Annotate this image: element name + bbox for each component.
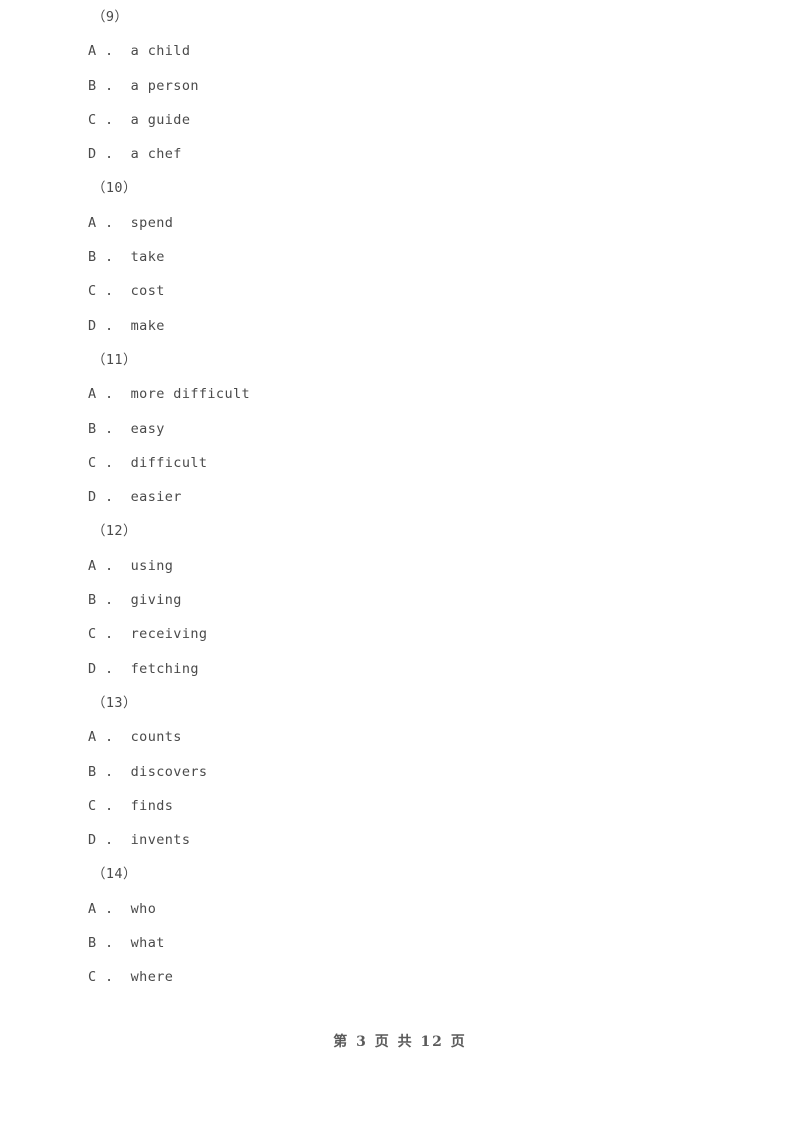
option-letter: C . bbox=[88, 797, 114, 814]
question-number: （11） bbox=[92, 351, 137, 368]
option-letter: B . bbox=[88, 249, 114, 266]
option-text: invents bbox=[113, 832, 191, 849]
answer-option[interactable]: C . where bbox=[0, 960, 800, 994]
question-block: （11） A . more difficult B . easy C . diffic… bbox=[0, 343, 800, 514]
option-text: spend bbox=[113, 214, 174, 231]
answer-option[interactable]: D . invents bbox=[0, 823, 800, 857]
option-text: giving bbox=[113, 592, 182, 609]
option-text: easy bbox=[113, 420, 165, 437]
option-letter: A . bbox=[88, 386, 114, 403]
option-text: using bbox=[113, 557, 174, 574]
question-number: （9） bbox=[92, 9, 129, 25]
option-letter: A . bbox=[88, 729, 114, 746]
option-letter: B . bbox=[88, 935, 114, 952]
option-letter: C . bbox=[88, 454, 114, 471]
option-letter: D . bbox=[88, 489, 114, 506]
answer-option[interactable]: A . a child bbox=[0, 34, 800, 68]
option-letter: C . bbox=[88, 283, 114, 300]
option-letter: B . bbox=[88, 592, 114, 609]
question-block: （13） A . counts B . discovers C . finds D . … bbox=[0, 686, 800, 857]
exam-page: （9） A . a child B . a person C . a guide D .… bbox=[0, 0, 800, 1132]
question-block: （10） A . spend B . take C . cost D . make bbox=[0, 171, 800, 342]
option-text: counts bbox=[113, 729, 182, 746]
answer-option[interactable]: B . what bbox=[0, 926, 800, 960]
option-letter: C . bbox=[88, 626, 114, 643]
answer-option[interactable]: D . a chef bbox=[0, 137, 800, 171]
option-letter: D . bbox=[88, 832, 114, 849]
option-letter: B . bbox=[88, 420, 114, 437]
option-letter: B . bbox=[88, 763, 114, 780]
question-block: （14） A . who B . what C . where bbox=[0, 857, 800, 994]
option-text: easier bbox=[113, 489, 182, 506]
question-number: （12） bbox=[92, 523, 137, 540]
answer-option[interactable]: C . receiving bbox=[0, 617, 800, 651]
option-text: receiving bbox=[113, 626, 208, 643]
question-number: （13） bbox=[92, 694, 137, 711]
option-letter: D . bbox=[88, 146, 114, 163]
answer-option[interactable]: A . counts bbox=[0, 720, 800, 754]
question-number: （14） bbox=[92, 866, 137, 883]
option-letter: D . bbox=[88, 317, 114, 334]
answer-option[interactable]: D . make bbox=[0, 309, 800, 343]
option-text: a chef bbox=[113, 146, 182, 163]
option-text: finds bbox=[113, 797, 174, 814]
answer-option[interactable]: D . easier bbox=[0, 480, 800, 514]
answer-option[interactable]: B . discovers bbox=[0, 755, 800, 789]
answer-option[interactable]: C . finds bbox=[0, 789, 800, 823]
option-text: a guide bbox=[113, 111, 191, 128]
answer-option[interactable]: A . using bbox=[0, 549, 800, 583]
option-text: what bbox=[113, 935, 165, 952]
option-text: where bbox=[113, 969, 174, 986]
option-text: fetching bbox=[113, 660, 199, 677]
answer-option[interactable]: C . cost bbox=[0, 274, 800, 308]
answer-option[interactable]: C . a guide bbox=[0, 103, 800, 137]
option-text: difficult bbox=[113, 454, 208, 471]
question-number: （10） bbox=[92, 180, 137, 197]
answer-option[interactable]: A . more difficult bbox=[0, 377, 800, 411]
answer-option[interactable]: B . a person bbox=[0, 69, 800, 103]
answer-option[interactable]: B . take bbox=[0, 240, 800, 274]
answer-option[interactable]: B . giving bbox=[0, 583, 800, 617]
option-text: discovers bbox=[113, 763, 208, 780]
page-footer: 第 3 页 共 12 页 bbox=[333, 1034, 467, 1050]
option-letter: A . bbox=[88, 900, 114, 917]
answer-option[interactable]: A . who bbox=[0, 892, 800, 926]
option-text: take bbox=[113, 249, 165, 266]
option-letter: A . bbox=[88, 43, 114, 60]
option-text: who bbox=[113, 900, 157, 917]
option-text: more difficult bbox=[113, 386, 251, 403]
option-letter: A . bbox=[88, 557, 114, 574]
option-letter: C . bbox=[88, 111, 114, 128]
answer-option[interactable]: A . spend bbox=[0, 206, 800, 240]
option-letter: C . bbox=[88, 969, 114, 986]
option-text: cost bbox=[113, 283, 165, 300]
option-letter: B . bbox=[88, 77, 114, 94]
option-text: make bbox=[113, 317, 165, 334]
option-text: a child bbox=[113, 43, 191, 60]
answer-option[interactable]: C . difficult bbox=[0, 446, 800, 480]
question-list: （9） A . a child B . a person C . a guide D .… bbox=[0, 0, 800, 995]
question-block: （12） A . using B . giving C . receiving D . … bbox=[0, 514, 800, 685]
answer-option[interactable]: B . easy bbox=[0, 412, 800, 446]
option-text: a person bbox=[113, 77, 199, 94]
question-block: （9） A . a child B . a person C . a guide D .… bbox=[0, 0, 800, 171]
option-letter: D . bbox=[88, 660, 114, 677]
option-letter: A . bbox=[88, 214, 114, 231]
answer-option[interactable]: D . fetching bbox=[0, 652, 800, 686]
